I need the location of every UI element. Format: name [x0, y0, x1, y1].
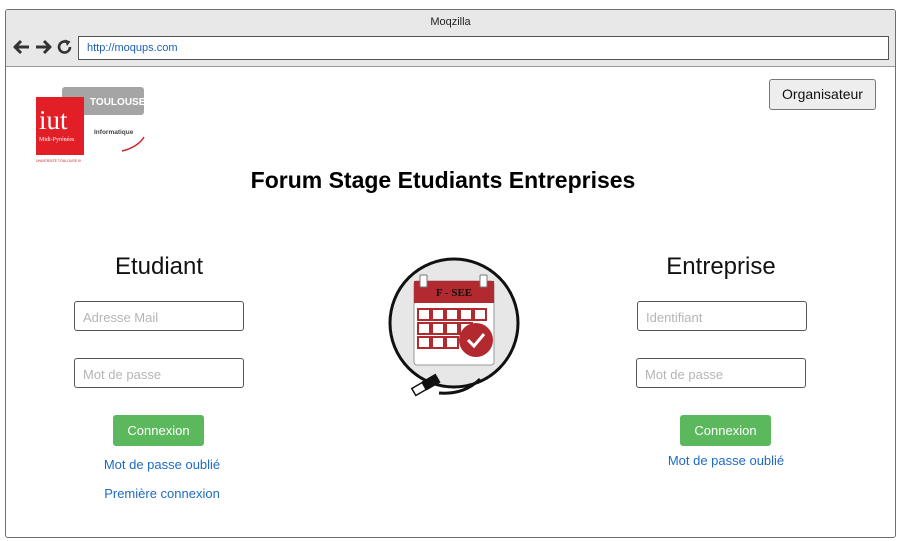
student-forgot-password-link[interactable]: Mot de passe oublié	[82, 457, 242, 472]
logo-footer-text: UNIVERSITÉ TOULOUSE III	[36, 158, 81, 163]
student-first-login-link[interactable]: Première connexion	[82, 486, 242, 501]
window-title: Moqzilla	[430, 16, 471, 28]
url-bar[interactable]: http://moqups.com	[78, 36, 889, 60]
logo-brand-text: iut	[39, 105, 68, 135]
logo-region-text: Midi-Pyrénées	[39, 137, 75, 143]
back-arrow-icon[interactable]	[12, 38, 32, 56]
student-login-button[interactable]: Connexion	[113, 415, 204, 446]
student-email-input[interactable]: Adresse Mail	[74, 301, 244, 331]
company-id-input[interactable]: Identifiant	[637, 301, 807, 331]
company-section-title: Entreprise	[666, 253, 776, 280]
forward-arrow-icon[interactable]	[33, 38, 53, 56]
calendar-icon: F - SEE	[413, 274, 495, 366]
page-content: TOULOUSE Informatique iut Midi-Pyrénées …	[6, 67, 895, 537]
page-title: Forum Stage Etudiants Entreprises	[250, 167, 636, 193]
logo-city-text: TOULOUSE	[90, 97, 146, 108]
student-password-input[interactable]: Mot de passe	[74, 358, 244, 388]
iut-logo: TOULOUSE Informatique iut Midi-Pyrénées …	[34, 85, 146, 163]
company-forgot-password-link[interactable]: Mot de passe oublié	[646, 453, 806, 468]
logo-department-text: Informatique	[94, 129, 134, 136]
organizer-button[interactable]: Organisateur	[769, 79, 876, 110]
student-section-title: Etudiant	[114, 253, 204, 280]
company-login-button[interactable]: Connexion	[680, 415, 771, 446]
calendar-label: F - SEE	[436, 287, 472, 299]
browser-window: Moqzilla http://moqups.com TOULOUSE Info…	[5, 9, 896, 538]
company-password-input[interactable]: Mot de passe	[636, 358, 806, 388]
reload-icon[interactable]	[55, 38, 75, 56]
forum-calendar-illustration: F - SEE	[384, 253, 530, 413]
browser-titlebar: Moqzilla http://moqups.com	[6, 10, 895, 67]
